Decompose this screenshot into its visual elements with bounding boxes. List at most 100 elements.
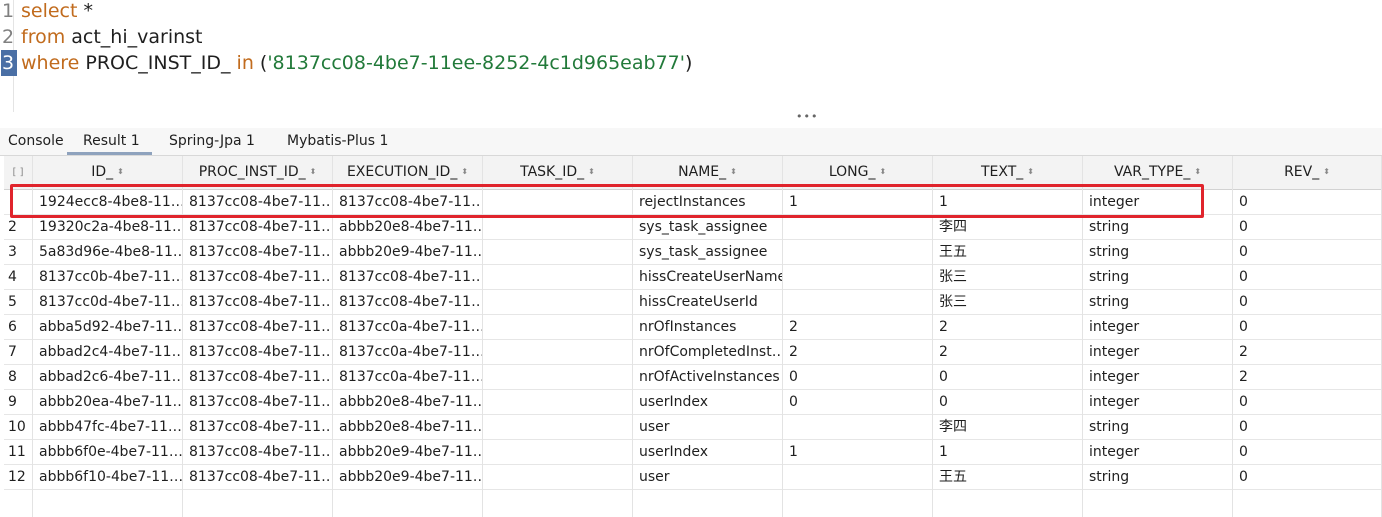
cell-text[interactable]: 王五 xyxy=(933,465,1083,489)
cell-execution-id[interactable]: abbb20e8-4be7-11… xyxy=(333,415,483,439)
cell-rev[interactable]: 0 xyxy=(1233,190,1382,214)
cell-long[interactable] xyxy=(783,290,933,314)
sort-icon[interactable]: ⬍ xyxy=(588,168,595,176)
cell-id[interactable]: abba5d92-4be7-11… xyxy=(33,315,183,339)
cell-text[interactable]: 0 xyxy=(933,365,1083,389)
cell-proc-inst-id[interactable]: 8137cc08-4be7-11… xyxy=(183,215,333,239)
cell-id[interactable]: abbad2c6-4be7-11… xyxy=(33,365,183,389)
sort-icon[interactable]: ⬍ xyxy=(1027,168,1034,176)
cell-long[interactable] xyxy=(783,215,933,239)
cell-text[interactable]: 2 xyxy=(933,315,1083,339)
cell-task-id[interactable] xyxy=(483,365,633,389)
cell-proc-inst-id[interactable]: 8137cc08-4be7-11… xyxy=(183,465,333,489)
cell-rev[interactable]: 0 xyxy=(1233,290,1382,314)
cell-var-type[interactable]: string xyxy=(1083,265,1233,289)
cell-proc-inst-id[interactable]: 8137cc08-4be7-11… xyxy=(183,315,333,339)
table-row[interactable]: 10 abbb47fc-4be7-11… 8137cc08-4be7-11… abbb… xyxy=(4,415,1382,440)
cell-var-type[interactable]: integer xyxy=(1083,390,1233,414)
cell-task-id[interactable] xyxy=(483,390,633,414)
cell-id[interactable]: 8137cc0d-4be7-11… xyxy=(33,290,183,314)
cell-long[interactable]: 2 xyxy=(783,340,933,364)
table-row[interactable]: 5 8137cc0d-4be7-11… 8137cc08-4be7-11… 8137c… xyxy=(4,290,1382,315)
cell-task-id[interactable] xyxy=(483,340,633,364)
tab-console[interactable]: Console xyxy=(8,132,64,150)
cell-execution-id[interactable]: abbb20e9-4be7-11… xyxy=(333,465,483,489)
tab-mybatis-plus-1[interactable]: Mybatis-Plus 1 xyxy=(287,132,388,150)
cell-proc-inst-id[interactable]: 8137cc08-4be7-11… xyxy=(183,440,333,464)
sort-icon[interactable]: ⬍ xyxy=(310,168,317,176)
cell-task-id[interactable] xyxy=(483,315,633,339)
cell-long[interactable] xyxy=(783,465,933,489)
cell-task-id[interactable] xyxy=(483,465,633,489)
cell-long[interactable]: 1 xyxy=(783,440,933,464)
cell-id[interactable]: abbad2c4-4be7-11… xyxy=(33,340,183,364)
cell-text[interactable]: 李四 xyxy=(933,215,1083,239)
splitter-handle[interactable]: ••• xyxy=(796,111,818,122)
cell-rev[interactable]: 0 xyxy=(1233,315,1382,339)
cell-execution-id[interactable]: abbb20e9-4be7-11… xyxy=(333,240,483,264)
cell-var-type[interactable]: integer xyxy=(1083,340,1233,364)
cell-proc-inst-id[interactable]: 8137cc08-4be7-11… xyxy=(183,290,333,314)
column-header-rev[interactable]: REV_ ⬍ xyxy=(1233,156,1382,189)
sql-editor[interactable]: 1 select * 2 from act_hi_varinst 3 where PROC… xyxy=(0,0,1382,112)
cell-proc-inst-id[interactable]: 8137cc08-4be7-11… xyxy=(183,265,333,289)
cell-id[interactable]: 5a83d96e-4be8-11… xyxy=(33,240,183,264)
cell-task-id[interactable] xyxy=(483,265,633,289)
cell-task-id[interactable] xyxy=(483,215,633,239)
cell-text[interactable]: 张三 xyxy=(933,265,1083,289)
sort-icon[interactable]: ⬍ xyxy=(1323,168,1330,176)
table-row[interactable]: 6 abba5d92-4be7-11… 8137cc08-4be7-11… 8137c… xyxy=(4,315,1382,340)
cell-var-type[interactable]: string xyxy=(1083,290,1233,314)
cell-name[interactable]: hissCreateUserName xyxy=(633,265,783,289)
table-row[interactable]: 3 5a83d96e-4be8-11… 8137cc08-4be7-11… abbb2… xyxy=(4,240,1382,265)
table-row[interactable]: 2 19320c2a-4be8-11… 8137cc08-4be7-11… abbb2… xyxy=(4,215,1382,240)
cell-name[interactable]: userIndex xyxy=(633,390,783,414)
cell-execution-id[interactable]: 8137cc08-4be7-11… xyxy=(333,265,483,289)
table-row[interactable]: 7 abbad2c4-4be7-11… 8137cc08-4be7-11… 8137c… xyxy=(4,340,1382,365)
cell-name[interactable]: sys_task_assignee xyxy=(633,215,783,239)
cell-execution-id[interactable]: 8137cc0a-4be7-11… xyxy=(333,315,483,339)
cell-var-type[interactable]: string xyxy=(1083,215,1233,239)
sort-icon[interactable]: ⬍ xyxy=(730,168,737,176)
cell-rev[interactable]: 0 xyxy=(1233,240,1382,264)
cell-proc-inst-id[interactable]: 8137cc08-4be7-11… xyxy=(183,340,333,364)
tab-spring-jpa-1[interactable]: Spring-Jpa 1 xyxy=(169,132,255,150)
sort-icon[interactable]: ⬍ xyxy=(117,168,124,176)
cell-rev[interactable]: 0 xyxy=(1233,465,1382,489)
cell-var-type[interactable]: string xyxy=(1083,465,1233,489)
cell-rev[interactable]: 0 xyxy=(1233,265,1382,289)
cell-execution-id[interactable]: 8137cc08-4be7-11… xyxy=(333,290,483,314)
cell-text[interactable]: 李四 xyxy=(933,415,1083,439)
cell-long[interactable] xyxy=(783,265,933,289)
cell-name[interactable]: sys_task_assignee xyxy=(633,240,783,264)
cell-execution-id[interactable]: abbb20e9-4be7-11… xyxy=(333,440,483,464)
cell-task-id[interactable] xyxy=(483,290,633,314)
cell-var-type[interactable]: string xyxy=(1083,240,1233,264)
cell-text[interactable]: 0 xyxy=(933,390,1083,414)
cell-rev[interactable]: 2 xyxy=(1233,340,1382,364)
cell-name[interactable]: user xyxy=(633,415,783,439)
cell-execution-id[interactable]: abbb20e8-4be7-11… xyxy=(333,390,483,414)
cell-proc-inst-id[interactable]: 8137cc08-4be7-11… xyxy=(183,415,333,439)
cell-var-type[interactable]: integer xyxy=(1083,365,1233,389)
table-row[interactable]: 8 abbad2c6-4be7-11… 8137cc08-4be7-11… 8137c… xyxy=(4,365,1382,390)
cell-text[interactable]: 1 xyxy=(933,440,1083,464)
cell-proc-inst-id[interactable]: 8137cc08-4be7-11… xyxy=(183,240,333,264)
cell-id[interactable]: abbb47fc-4be7-11… xyxy=(33,415,183,439)
cell-name[interactable]: user xyxy=(633,465,783,489)
cell-rev[interactable]: 0 xyxy=(1233,440,1382,464)
tab-result-1[interactable]: Result 1 xyxy=(83,132,140,150)
cell-text[interactable]: 王五 xyxy=(933,240,1083,264)
sort-icon[interactable]: ⬍ xyxy=(1194,168,1201,176)
cell-id[interactable]: 8137cc0b-4be7-11… xyxy=(33,265,183,289)
cell-name[interactable]: hissCreateUserId xyxy=(633,290,783,314)
cell-long[interactable] xyxy=(783,240,933,264)
cell-text[interactable]: 2 xyxy=(933,340,1083,364)
cell-id[interactable]: abbb20ea-4be7-11… xyxy=(33,390,183,414)
table-row[interactable]: 4 8137cc0b-4be7-11… 8137cc08-4be7-11… 8137c… xyxy=(4,265,1382,290)
cell-task-id[interactable] xyxy=(483,240,633,264)
cell-proc-inst-id[interactable]: 8137cc08-4be7-11… xyxy=(183,365,333,389)
cell-name[interactable]: userIndex xyxy=(633,440,783,464)
cell-long[interactable]: 2 xyxy=(783,315,933,339)
cell-var-type[interactable]: integer xyxy=(1083,440,1233,464)
